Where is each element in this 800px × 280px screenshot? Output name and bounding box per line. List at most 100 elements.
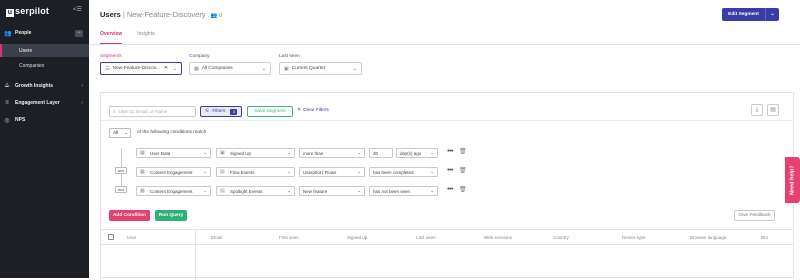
condition-category-select[interactable]: ▦ Content Engagement ⌄ (136, 186, 211, 196)
chevron-down-icon: ⌄ (352, 65, 357, 72)
column-header[interactable]: Browser language (690, 235, 726, 240)
search-icon: ⌕ (113, 109, 116, 114)
last-seen-label: Last seen (279, 54, 300, 59)
condition-unit-select[interactable]: has been completed ⌄ (369, 167, 438, 177)
column-header[interactable]: User (127, 235, 137, 240)
flow-icon: ▤ (220, 188, 225, 194)
layers-icon: ≡ (5, 100, 9, 106)
condition-category-select[interactable]: ▦ User Data ⌄ (136, 148, 211, 158)
trash-icon[interactable]: 🗑 (459, 186, 467, 194)
chevron-down-icon: ⌄ (124, 130, 128, 135)
condition-unit-select[interactable]: day(s) ago ⌄ (396, 148, 438, 158)
people-icon: 👥 (4, 30, 12, 37)
chevron-down-icon: ⌄ (430, 150, 434, 155)
main-content: Users | New-Feature-Discovery 👥 0 Edit Seg… (89, 0, 800, 280)
column-header[interactable]: Device type (622, 235, 646, 240)
company-label: Company (189, 54, 210, 59)
download-icon[interactable]: ⤓ (751, 104, 763, 116)
user-count: 👥 0 (210, 13, 223, 19)
column-header[interactable]: Email (211, 235, 222, 240)
search-input[interactable]: ⌕ User ID, Email, or Name (109, 106, 196, 117)
calendar-icon: ▣ (284, 65, 289, 72)
sidebar-item-companies[interactable]: Companies (0, 60, 89, 72)
column-divider (195, 230, 196, 280)
tab-overview[interactable]: Overview (100, 31, 123, 44)
condition-operator-select[interactable]: UserpIlot | Flows ⌄ (299, 167, 365, 177)
chevron-down-icon: ⌄ (357, 169, 361, 174)
condition-operator-select[interactable]: more than ⌄ (299, 148, 365, 158)
sidebar-section-people[interactable]: 👥 People − (0, 27, 89, 39)
last-seen-select[interactable]: ▣ Current Quarter ⌄ (279, 62, 362, 75)
condition-field-select[interactable]: ▣ Signed Up ⌄ (216, 148, 295, 158)
filter-panel: ⌕ User ID, Email, or Name ⚟ Filters 3 Sa… (100, 92, 794, 280)
chart-icon: ⟁ (4, 82, 10, 89)
more-options-icon[interactable]: ••• (445, 148, 455, 158)
chevron-down-icon: ⌄ (430, 188, 434, 193)
sidebar-section-engagement-layer[interactable]: ≡ Engagement Layer › (0, 97, 89, 109)
chevron-down-icon: ⌄ (357, 150, 361, 155)
column-header[interactable]: Country (553, 235, 569, 240)
chevron-down-icon[interactable]: ⌄ (765, 8, 779, 21)
and-connector[interactable]: and (115, 186, 127, 193)
segment-name: New-Feature-Discovery (126, 10, 206, 19)
edit-segment-button[interactable]: Edit Segment ⌄ (722, 8, 779, 21)
app-logo[interactable]: u serpilot (6, 6, 49, 17)
clear-icon[interactable]: ✕ (164, 66, 168, 71)
trash-icon[interactable]: 🗑 (459, 167, 467, 175)
condition-field-select[interactable]: ▤ Spotlight Events ⌄ (216, 186, 295, 196)
chevron-down-icon: ⌄ (203, 169, 207, 174)
chevron-down-icon: ⌄ (287, 188, 291, 193)
segments-select[interactable]: ☰ New-Feature-Discov... ✕ ⌄ (100, 62, 182, 75)
more-options-icon[interactable]: ••• (445, 167, 455, 177)
flow-icon: ▤ (220, 169, 225, 175)
tab-insights[interactable]: Insights (137, 31, 154, 44)
sidebar-item-users[interactable]: Users (0, 44, 89, 57)
chevron-down-icon: ⌄ (287, 150, 291, 155)
column-header[interactable]: First seen (279, 235, 299, 240)
filter-toolbar: ⌕ User ID, Email, or Name ⚟ Filters 3 Sa… (101, 93, 793, 121)
grid-icon: ▦ (140, 150, 145, 156)
divider (89, 44, 800, 45)
company-select[interactable]: ▦ All Companies ⌄ (189, 62, 271, 75)
save-segment-button[interactable]: Save Segment (247, 106, 293, 117)
sliders-icon: ⚟ (205, 109, 210, 114)
column-header[interactable]: Signed up (347, 235, 367, 240)
chevron-down-icon: ⌄ (357, 188, 361, 193)
nps-icon: ◎ (4, 117, 10, 124)
grid-icon: ▦ (140, 188, 145, 194)
give-feedback-button[interactable]: Give Feedback (734, 210, 775, 221)
sidebar-section-nps[interactable]: ◎ NPS (0, 114, 89, 126)
sidebar: u serpilot <☰ 👥 People − Users Companies … (0, 0, 89, 278)
add-condition-button[interactable]: Add Condition (109, 210, 150, 221)
users-icon: 👥 (210, 13, 218, 19)
column-header[interactable]: Web sessions (484, 235, 512, 240)
condition-operator-select[interactable]: New feature ⌄ (299, 186, 365, 196)
table-header: User Email First seen Signed up Last see… (101, 229, 793, 280)
run-query-button[interactable]: Run Query (155, 210, 187, 221)
chevron-down-icon: ⌄ (430, 169, 434, 174)
calendar-icon: ▣ (220, 150, 225, 156)
columns-icon[interactable]: ▤ (767, 104, 779, 116)
match-mode-select[interactable]: All ⌄ (109, 128, 131, 138)
need-help-button[interactable]: Need help? (785, 157, 800, 203)
condition-category-select[interactable]: ▦ Content Engagement ⌄ (136, 167, 211, 177)
collapse-section-button[interactable]: − (75, 29, 83, 37)
condition-value-input[interactable]: 30 (369, 148, 393, 158)
more-options-icon[interactable]: ••• (445, 186, 455, 196)
select-all-checkbox[interactable] (108, 234, 114, 240)
page-title: Users | New-Feature-Discovery 👥 0 (100, 10, 223, 19)
chevron-right-icon: › (81, 83, 83, 89)
and-connector[interactable]: and (115, 167, 127, 174)
close-icon: ✕ (297, 108, 302, 113)
trash-icon[interactable]: 🗑 (459, 148, 467, 156)
filters-count-badge: 3 (230, 108, 238, 115)
clear-filters-button[interactable]: ✕ Clear Filters (297, 108, 329, 113)
column-header[interactable]: Last seen (416, 235, 436, 240)
filters-button[interactable]: ⚟ Filters 3 (200, 106, 242, 117)
condition-unit-select[interactable]: has not been seen ⌄ (369, 186, 438, 196)
condition-field-select[interactable]: ▤ Flow Events ⌄ (216, 167, 295, 177)
grid-icon: ▦ (140, 169, 145, 175)
sidebar-section-growth-insights[interactable]: ⟁ Growth Insights › (0, 80, 89, 92)
collapse-sidebar-icon[interactable]: <☰ (73, 6, 82, 13)
column-header[interactable]: Bro (761, 235, 768, 240)
